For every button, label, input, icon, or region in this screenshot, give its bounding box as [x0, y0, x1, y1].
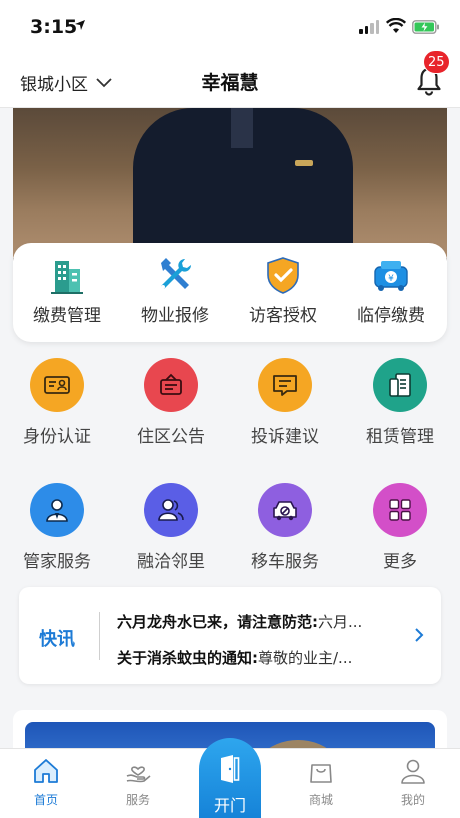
shopping-bag-icon	[310, 764, 332, 783]
tools-icon	[161, 258, 191, 289]
quick-action-label: 访客授权	[249, 306, 317, 326]
id-card-icon	[44, 376, 70, 394]
news-item[interactable]: 六月龙舟水已来，请注意防范:六月...	[117, 611, 395, 632]
open-door-button[interactable]: 开门	[199, 738, 261, 818]
service-icon-circle	[144, 483, 198, 537]
quick-actions-panel: 缴费管理 物业报修 访客授权 ¥ 临停缴费	[13, 243, 447, 342]
document-icon	[389, 373, 411, 397]
door-icon	[221, 755, 240, 783]
service-label: 更多	[383, 552, 417, 572]
tab-label: 我的	[400, 793, 425, 807]
service-identity-verification[interactable]: 身份认证	[7, 358, 107, 447]
service-car-move[interactable]: 移车服务	[235, 483, 335, 572]
quick-action-parking-fee[interactable]: ¥ 临停缴费	[337, 255, 445, 326]
service-community-notices[interactable]: 住区公告	[121, 358, 221, 447]
butler-icon	[46, 499, 68, 522]
service-label: 管家服务	[23, 552, 91, 572]
service-icon-circle	[258, 483, 312, 537]
home-icon	[34, 759, 58, 783]
tab-mall[interactable]: 商城	[286, 757, 356, 808]
quick-action-label: 缴费管理	[33, 306, 101, 326]
svg-text:¥: ¥	[388, 274, 394, 284]
tab-label: 服务	[125, 793, 150, 807]
service-neighbors[interactable]: 融洽邻里	[121, 483, 221, 572]
location-arrow-icon	[75, 20, 85, 30]
service-label: 租赁管理	[366, 427, 434, 447]
grid-icon	[389, 499, 411, 521]
news-ticker[interactable]: 快讯 六月龙舟水已来，请注意防范:六月... 关于消杀蚊虫的通知:尊敬的业主/.…	[19, 587, 441, 684]
service-icon-circle	[373, 483, 427, 537]
car-move-icon	[273, 501, 297, 521]
chat-icon	[273, 375, 297, 396]
banner-detail	[231, 108, 253, 148]
news-item-title: 关于消杀蚊虫的通知:	[117, 649, 258, 667]
quick-action-repair[interactable]: 物业报修	[121, 255, 229, 326]
service-label: 住区公告	[137, 427, 205, 447]
service-icon-circle	[30, 483, 84, 537]
battery-charging-icon	[412, 20, 439, 34]
tab-label: 首页	[33, 793, 58, 807]
parking-fee-icon: ¥	[374, 261, 408, 291]
notification-badge: 25	[423, 50, 450, 74]
service-icon-circle	[258, 358, 312, 412]
hand-heart-icon	[126, 766, 151, 783]
cellular-signal-icon	[359, 20, 379, 34]
banner-detail	[295, 160, 313, 166]
service-label: 投诉建议	[251, 427, 319, 447]
status-bar: 3:15	[0, 0, 460, 52]
service-icon-circle	[373, 358, 427, 412]
service-rental-management[interactable]: 租赁管理	[350, 358, 450, 447]
news-item-snippet: 六月...	[318, 613, 363, 631]
wifi-icon	[386, 18, 406, 33]
app-header: 银城小区 幸福慧	[0, 52, 460, 108]
quick-action-label: 物业报修	[141, 306, 209, 326]
news-item-title: 六月龙舟水已来，请注意防范:	[117, 613, 318, 631]
service-icon-circle	[144, 358, 198, 412]
shield-check-icon	[267, 257, 299, 294]
tab-profile[interactable]: 我的	[378, 757, 448, 808]
news-item[interactable]: 关于消杀蚊虫的通知:尊敬的业主/...	[117, 647, 395, 668]
announcement-icon	[160, 373, 182, 395]
building-icon	[51, 261, 83, 294]
quick-action-fee-management[interactable]: 缴费管理	[13, 255, 121, 326]
status-time: 3:15	[30, 16, 78, 38]
service-more[interactable]: 更多	[350, 483, 450, 572]
service-icon-circle	[30, 358, 84, 412]
page-title: 幸福慧	[201, 72, 259, 94]
service-complaints[interactable]: 投诉建议	[235, 358, 335, 447]
service-butler[interactable]: 管家服务	[7, 483, 107, 572]
news-tag: 快讯	[39, 629, 75, 650]
service-label: 移车服务	[251, 552, 319, 572]
quick-action-label: 临停缴费	[357, 306, 425, 326]
neighbors-icon	[158, 499, 184, 521]
tab-home[interactable]: 首页	[11, 757, 81, 808]
news-item-snippet: 尊敬的业主/...	[258, 649, 353, 667]
service-label: 融洽邻里	[137, 552, 205, 572]
news-divider	[99, 612, 100, 660]
user-icon	[401, 759, 425, 784]
service-label: 身份认证	[23, 427, 91, 447]
chevron-right-icon[interactable]	[413, 627, 425, 643]
open-door-label: 开门	[213, 796, 246, 815]
tab-label: 商城	[308, 793, 333, 807]
quick-action-visitor-auth[interactable]: 访客授权	[229, 255, 337, 326]
tab-services[interactable]: 服务	[103, 757, 173, 808]
